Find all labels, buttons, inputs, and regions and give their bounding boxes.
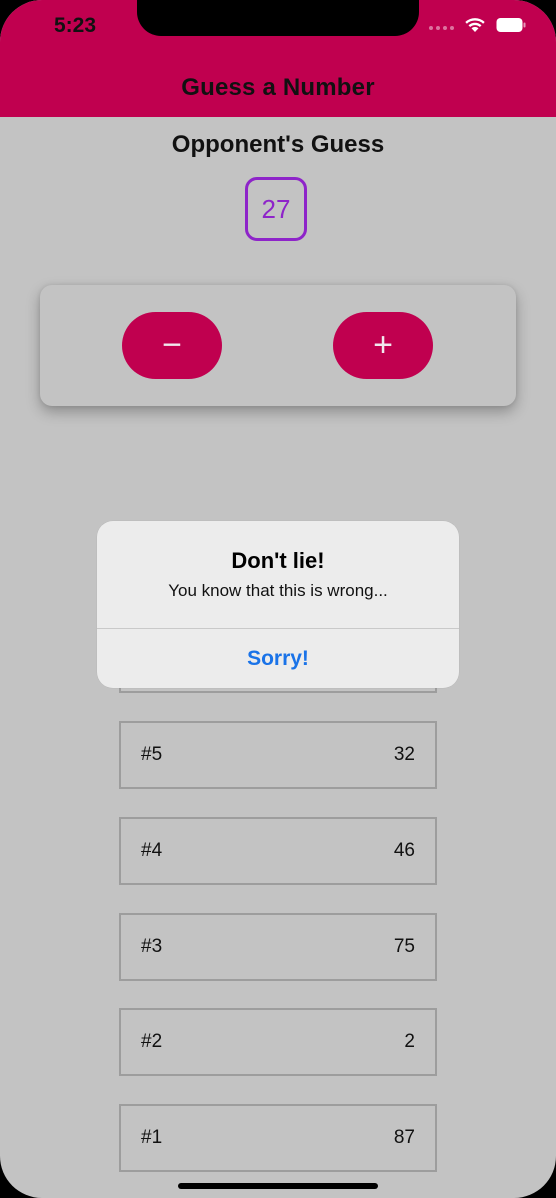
history-value: 75 [393,936,415,957]
wifi-icon [464,17,486,38]
lower-button[interactable]: − [122,312,222,379]
history-value: 46 [393,840,415,861]
plus-icon: + [373,326,393,364]
alert-title: Don't lie! [231,548,325,573]
history-round: #5 [141,744,163,765]
app-header: Guess a Number [0,58,556,117]
status-time: 5:23 [54,14,97,37]
history-round: #2 [141,1031,163,1052]
battery-icon [496,17,526,38]
history-value: 2 [404,1031,415,1052]
header-title: Guess a Number [181,73,375,101]
controls-card: − + [40,285,516,406]
opponent-guess-title: Opponent's Guess [171,131,385,158]
history-item: #2 2 [119,1008,437,1076]
history-round: #3 [141,936,163,957]
history-round: #4 [141,840,163,861]
sorry-button[interactable]: Sorry! [97,629,459,688]
alert-message: You know that this is wrong... [168,581,388,600]
greater-button[interactable]: + [333,312,433,379]
history-item: #1 87 [119,1104,437,1172]
history-value: 87 [393,1127,415,1148]
status-icons [429,17,526,38]
history-value: 32 [393,744,415,765]
status-bar: 5:23 [0,0,556,58]
signal-icon [429,25,454,30]
alert-dialog: Don't lie! You know that this is wrong..… [97,521,459,688]
history-item: #3 75 [119,913,437,981]
home-indicator[interactable] [178,1183,378,1189]
history-item: #5 32 [119,721,437,789]
phone-screen: 5:23 Guess a Number Opponent's Guess 27 … [0,0,556,1198]
current-guess-display: 27 [245,177,307,241]
minus-icon: − [162,326,182,364]
device-notch [137,0,419,36]
history-round: #1 [141,1127,163,1148]
history-item: #4 46 [119,817,437,885]
